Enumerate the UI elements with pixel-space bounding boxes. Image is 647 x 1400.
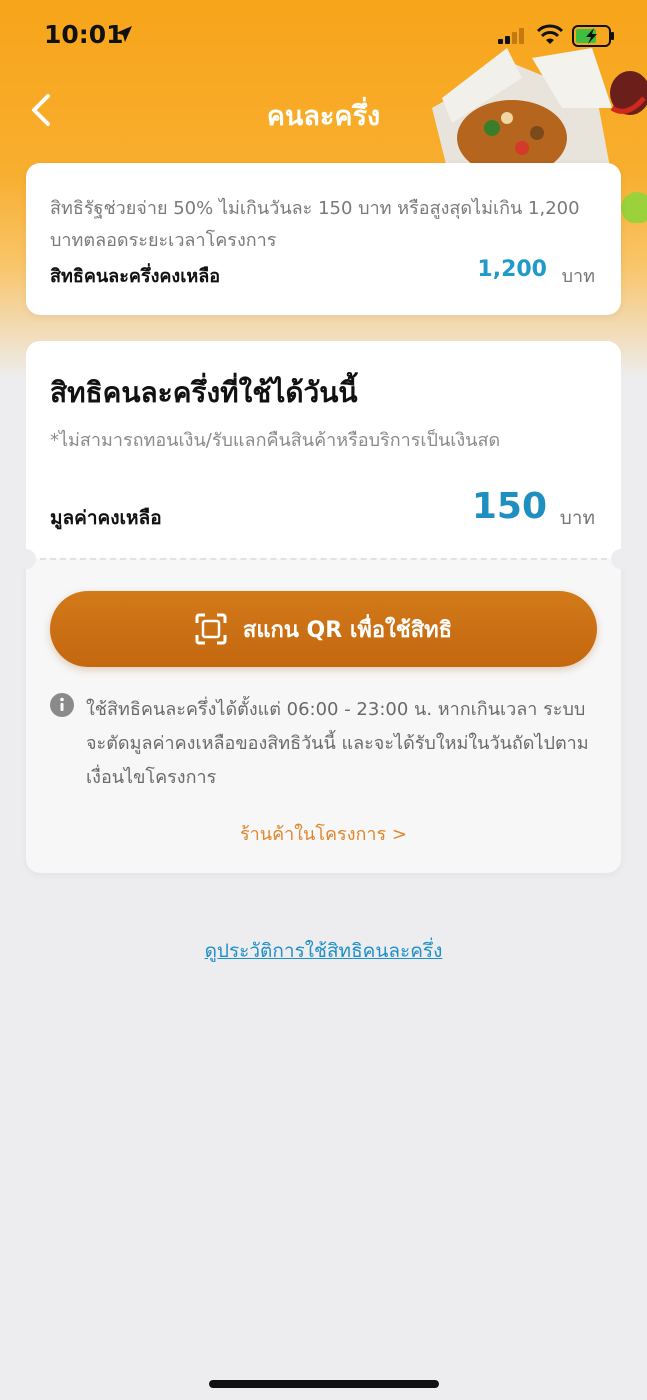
location-arrow-icon xyxy=(116,26,132,42)
usage-info-text: ใช้สิทธิคนละครึ่งได้ตั้งแต่ 06:00 - 23:0… xyxy=(86,699,589,788)
status-time: 10:01 xyxy=(44,20,124,49)
remaining-unit: บาท xyxy=(561,266,595,287)
qr-scan-icon xyxy=(195,613,227,645)
home-indicator xyxy=(209,1380,439,1388)
summary-card: สิทธิรัฐช่วยจ่าย 50% ไม่เกินวันละ 150 บา… xyxy=(26,163,621,315)
remaining-value: 1,200 xyxy=(477,257,547,282)
usage-history-link[interactable]: ดูประวัติการใช้สิทธิคนละครึ่ง xyxy=(0,936,647,966)
participating-shops-link[interactable]: ร้านค้าในโครงการ > xyxy=(26,819,621,848)
balance-unit: บาท xyxy=(559,507,595,529)
ticket-divider xyxy=(40,558,607,560)
today-note: *ไม่สามารถทอนเงิน/รับแลกคืนสินค้าหรือบริ… xyxy=(50,430,501,451)
scan-qr-button[interactable]: สแกน QR เพื่อใช้สิทธิ xyxy=(50,591,597,667)
scan-qr-label: สแกน QR เพื่อใช้สิทธิ xyxy=(242,617,453,643)
balance-label: มูลค่าคงเหลือ xyxy=(50,507,162,529)
summary-description: สิทธิรัฐช่วยจ่าย 50% ไม่เกินวันละ 150 บา… xyxy=(50,198,580,251)
ticket-notch-right xyxy=(611,549,631,569)
today-title: สิทธิคนละครึ่งที่ใช้ได้วันนี้ xyxy=(50,376,358,409)
remaining-label: สิทธิคนละครึ่งคงเหลือ xyxy=(50,266,221,287)
balance-value: 150 xyxy=(471,486,547,527)
ticket-notch-left xyxy=(16,549,36,569)
today-card: สิทธิคนละครึ่งที่ใช้ได้วันนี้ *ไม่สามารถ… xyxy=(16,341,631,873)
info-icon xyxy=(50,693,74,717)
